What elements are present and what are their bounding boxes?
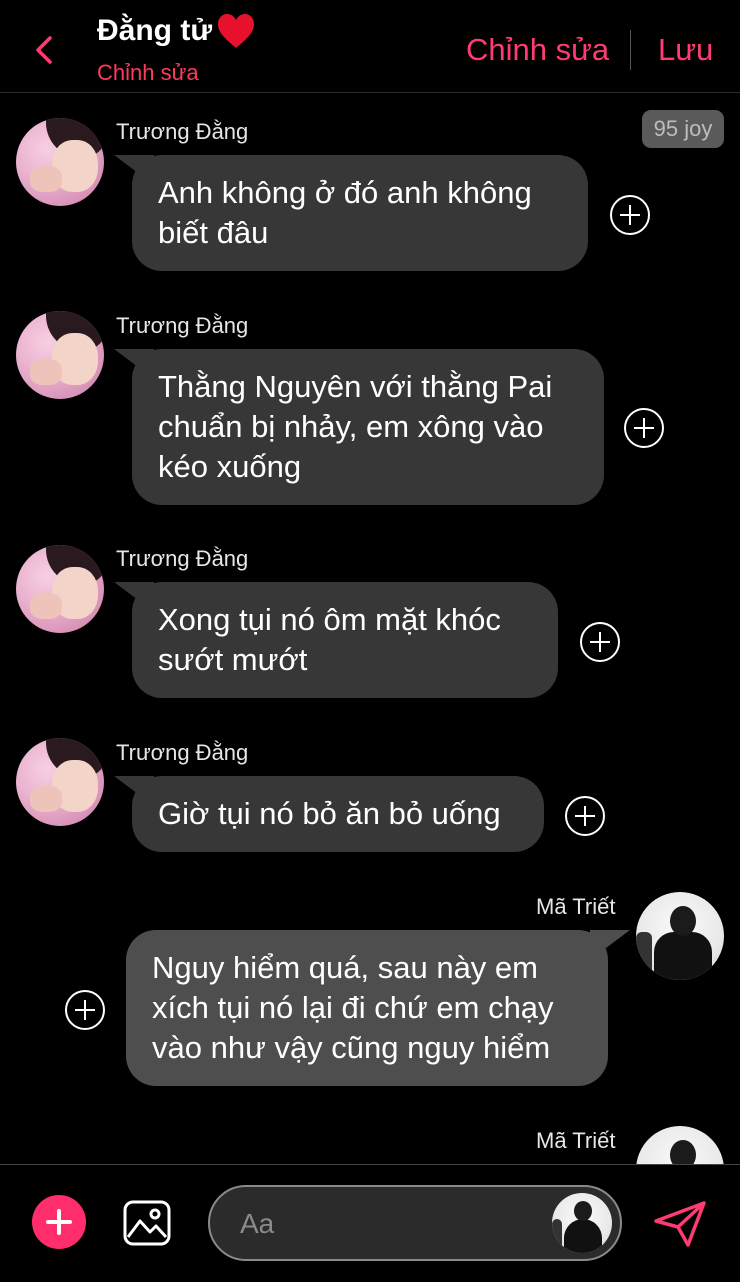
composer-bar [0,1164,740,1282]
header-divider [630,30,631,70]
avatar[interactable] [16,738,104,826]
chat-subtitle[interactable]: Chỉnh sửa [97,60,199,86]
message-field-wrapper [208,1185,622,1261]
sender-name: Trương Đằng [116,119,249,144]
sender-name: Mã Triết [536,894,616,919]
sender-name: Mã Triết [536,1128,616,1153]
add-reaction-icon[interactable] [624,408,664,448]
message-input[interactable] [238,1201,542,1247]
avatar[interactable] [16,545,104,633]
sender-name: Trương Đằng [116,313,249,338]
image-icon[interactable] [122,1199,172,1247]
avatar[interactable] [16,118,104,206]
red-heart-icon [218,14,255,48]
joy-badge: 95 joy [642,110,724,148]
message-bubble[interactable]: Giờ tụi nó bỏ ăn bỏ uống [132,776,544,852]
plus-icon[interactable] [32,1195,86,1249]
add-reaction-icon[interactable] [565,796,605,836]
add-reaction-icon[interactable] [580,622,620,662]
message-bubble[interactable]: Thằng Nguyên với thằng Pai chuẩn bị nhảy… [132,349,604,505]
send-icon[interactable] [652,1199,708,1249]
message-bubble[interactable]: Anh không ở đó anh không biết đâu [132,155,588,271]
chat-title: Đằng tử [97,14,213,47]
add-reaction-icon[interactable] [610,195,650,235]
message-bubble[interactable]: Nguy hiểm quá, sau này em xích tụi nó lạ… [126,930,608,1086]
avatar[interactable] [16,311,104,399]
edit-button[interactable]: Chỉnh sửa [466,32,609,68]
message-bubble[interactable]: Xong tụi nó ôm mặt khóc sướt mướt [132,582,558,698]
sender-name: Trương Đằng [116,740,249,765]
sender-name: Trương Đằng [116,546,249,571]
add-reaction-icon[interactable] [65,990,105,1030]
chat-title-row: Đằng tử [97,12,256,50]
chevron-left-icon[interactable] [30,30,60,70]
avatar[interactable] [636,892,724,980]
save-button[interactable]: Lưu [658,32,713,68]
persona-avatar[interactable] [552,1193,612,1253]
chat-header: Đằng tử Chỉnh sửa Chỉnh sửa Lưu [0,0,740,93]
